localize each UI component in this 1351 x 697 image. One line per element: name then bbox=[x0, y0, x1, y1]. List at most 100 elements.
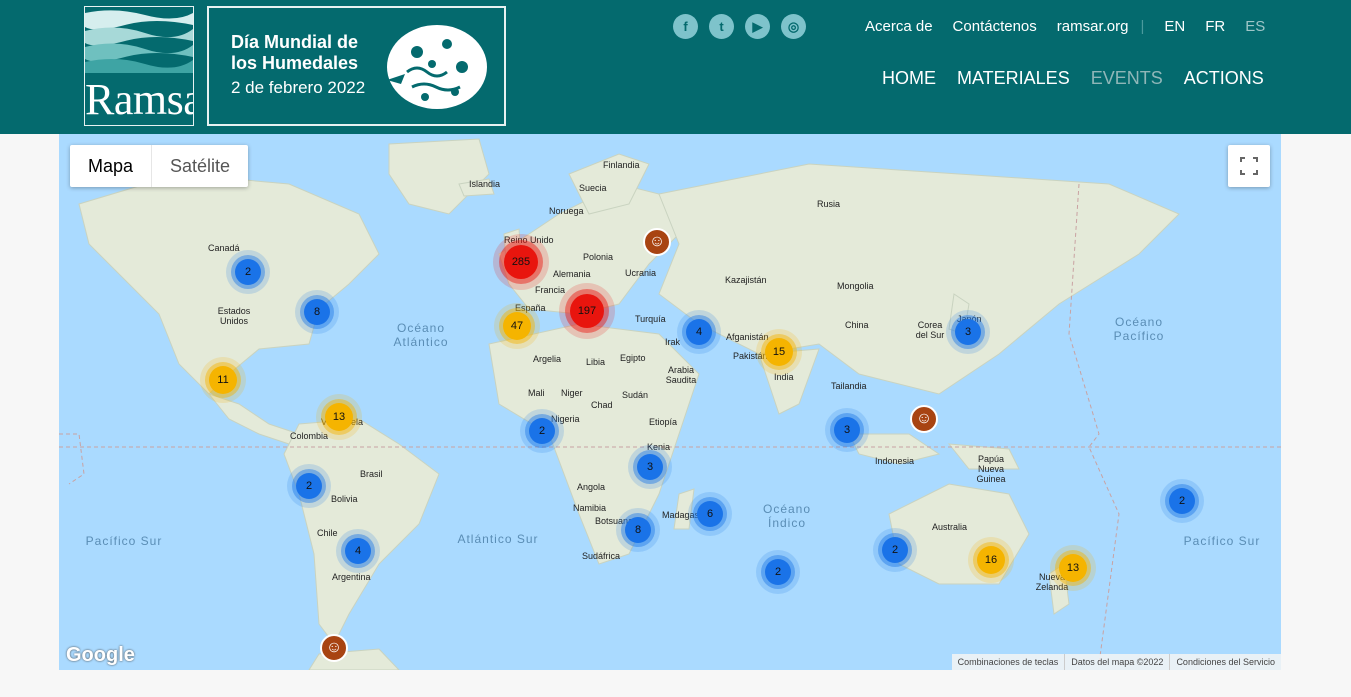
nav-events[interactable]: EVENTS bbox=[1091, 68, 1163, 89]
place-label: Polonia bbox=[583, 252, 614, 262]
place-label: Sudán bbox=[622, 390, 649, 400]
map-data-text: Datos del mapa ©2022 bbox=[1064, 654, 1169, 670]
place-label: Canadá bbox=[208, 243, 240, 253]
event-cluster[interactable]: 2 bbox=[529, 418, 555, 444]
event-cluster[interactable]: 13 bbox=[325, 403, 353, 431]
event-cluster[interactable]: 285 bbox=[504, 245, 538, 279]
event-cluster[interactable]: 197 bbox=[570, 294, 604, 328]
map-type-map[interactable]: Mapa bbox=[70, 145, 153, 187]
place-label: Reino Unido bbox=[504, 235, 554, 245]
map-attribution: Combinaciones de teclas Datos del mapa ©… bbox=[951, 654, 1281, 670]
youtube-icon[interactable]: ▶ bbox=[745, 14, 770, 39]
place-label: Ucrania bbox=[625, 268, 657, 278]
instagram-icon[interactable]: ◎ bbox=[781, 14, 806, 39]
place-label: Indonesia bbox=[875, 456, 915, 466]
divider: | bbox=[1140, 18, 1145, 35]
ocean-label: Pacífico Sur bbox=[85, 534, 163, 548]
place-label: Mongolia bbox=[837, 281, 874, 291]
event-cluster[interactable]: 3 bbox=[955, 319, 981, 345]
terms-link[interactable]: Condiciones del Servicio bbox=[1169, 654, 1281, 670]
event-cluster[interactable]: 16 bbox=[977, 546, 1005, 574]
place-label: Namibia bbox=[573, 503, 607, 513]
event-title: Día Mundial de los Humedales bbox=[231, 32, 359, 73]
fullscreen-icon bbox=[1240, 157, 1258, 175]
event-cluster[interactable]: 15 bbox=[765, 338, 793, 366]
place-label: Kazajistán bbox=[725, 275, 767, 285]
place-label: Pakistán bbox=[733, 351, 768, 361]
nav-materiales[interactable]: MATERIALES bbox=[957, 68, 1070, 89]
place-label: India bbox=[774, 372, 794, 382]
place-label: Turquía bbox=[635, 314, 666, 324]
top-links: Acerca de Contáctenos ramsar.org | EN FR… bbox=[865, 18, 1285, 35]
twitter-icon[interactable]: t bbox=[709, 14, 734, 39]
place-label: Chile bbox=[317, 528, 338, 538]
site-header: Ramsar Día Mundial de los Humedales 2 de… bbox=[0, 0, 1351, 134]
map-type-control: Mapa Satélite bbox=[70, 145, 249, 187]
action-pin-icon[interactable]: ☺ bbox=[910, 405, 938, 433]
place-label: Irak bbox=[665, 337, 681, 347]
keyboard-shortcuts-link[interactable]: Combinaciones de teclas bbox=[952, 654, 1065, 670]
event-cluster[interactable]: 13 bbox=[1059, 554, 1087, 582]
event-cluster[interactable]: 47 bbox=[503, 312, 531, 340]
world-wetlands-day-banner[interactable]: Día Mundial de los Humedales 2 de febrer… bbox=[207, 6, 506, 126]
google-logo: Google bbox=[66, 644, 135, 666]
event-cluster[interactable]: 2 bbox=[1169, 488, 1195, 514]
fullscreen-button[interactable] bbox=[1228, 145, 1270, 187]
nav-home[interactable]: HOME bbox=[882, 68, 936, 89]
place-label: Alemania bbox=[553, 269, 591, 279]
place-label: Estados Unidos bbox=[217, 306, 251, 326]
social-links: f t ▶ ◎ bbox=[673, 14, 806, 39]
place-label: Colombia bbox=[290, 431, 329, 441]
place-label: Angola bbox=[577, 482, 606, 492]
place-label: Afganistán bbox=[726, 332, 769, 342]
events-map[interactable]: Océano Atlántico Océano Pacífico Océano … bbox=[59, 134, 1281, 670]
action-pin-icon[interactable]: ☺ bbox=[320, 634, 348, 662]
place-label: Suecia bbox=[579, 183, 607, 193]
event-cluster[interactable]: 6 bbox=[697, 501, 723, 527]
place-label: Kenia bbox=[647, 442, 671, 452]
event-date: 2 de febrero 2022 bbox=[231, 78, 366, 97]
event-cluster[interactable]: 4 bbox=[345, 538, 371, 564]
place-label: Bolivia bbox=[331, 494, 358, 504]
event-cluster[interactable]: 3 bbox=[637, 454, 663, 480]
contact-link[interactable]: Contáctenos bbox=[953, 18, 1037, 35]
place-label: Francia bbox=[535, 285, 566, 295]
place-label: Noruega bbox=[549, 206, 584, 216]
event-cluster[interactable]: 8 bbox=[304, 299, 330, 325]
event-cluster[interactable]: 3 bbox=[834, 417, 860, 443]
place-label: Rusia bbox=[817, 199, 841, 209]
event-cluster[interactable]: 2 bbox=[296, 473, 322, 499]
about-link[interactable]: Acerca de bbox=[865, 18, 933, 35]
place-label: Argelia bbox=[533, 354, 562, 364]
ramsar-waves-icon bbox=[85, 7, 193, 73]
event-cluster[interactable]: 4 bbox=[686, 319, 712, 345]
map-type-satellite[interactable]: Satélite bbox=[152, 145, 248, 187]
nav-actions[interactable]: ACTIONS bbox=[1184, 68, 1264, 89]
action-pin-icon[interactable]: ☺ bbox=[643, 228, 671, 256]
place-label: Finlandia bbox=[603, 160, 640, 170]
event-cluster[interactable]: 11 bbox=[209, 366, 237, 394]
lang-es[interactable]: ES bbox=[1245, 18, 1265, 35]
event-cluster[interactable]: 2 bbox=[235, 259, 261, 285]
event-cluster[interactable]: 2 bbox=[882, 537, 908, 563]
main-nav: HOME MATERIALES EVENTS ACTIONS bbox=[882, 68, 1264, 89]
ocean-label: Océano Atlántico bbox=[393, 321, 449, 349]
facebook-icon[interactable]: f bbox=[673, 14, 698, 39]
lang-en[interactable]: EN bbox=[1164, 18, 1185, 35]
ramsar-logo[interactable]: Ramsar bbox=[84, 6, 194, 126]
place-label: Mali bbox=[528, 388, 545, 398]
event-cluster[interactable]: 2 bbox=[765, 559, 791, 585]
ramsar-org-link[interactable]: ramsar.org bbox=[1057, 18, 1129, 35]
lang-fr[interactable]: FR bbox=[1205, 18, 1225, 35]
event-cluster[interactable]: 8 bbox=[625, 517, 651, 543]
place-label: Argentina bbox=[332, 572, 371, 582]
place-label: Libia bbox=[586, 357, 606, 367]
ocean-label: Pacífico Sur bbox=[1183, 534, 1261, 548]
place-label: Tailandia bbox=[831, 381, 867, 391]
place-label: Sudáfrica bbox=[582, 551, 621, 561]
place-label: Brasil bbox=[360, 469, 383, 479]
place-label: Arabia Saudita bbox=[665, 365, 697, 385]
ocean-label: Océano Pacífico bbox=[1113, 315, 1165, 343]
place-label: Egipto bbox=[620, 353, 646, 363]
place-label: Niger bbox=[561, 388, 583, 398]
